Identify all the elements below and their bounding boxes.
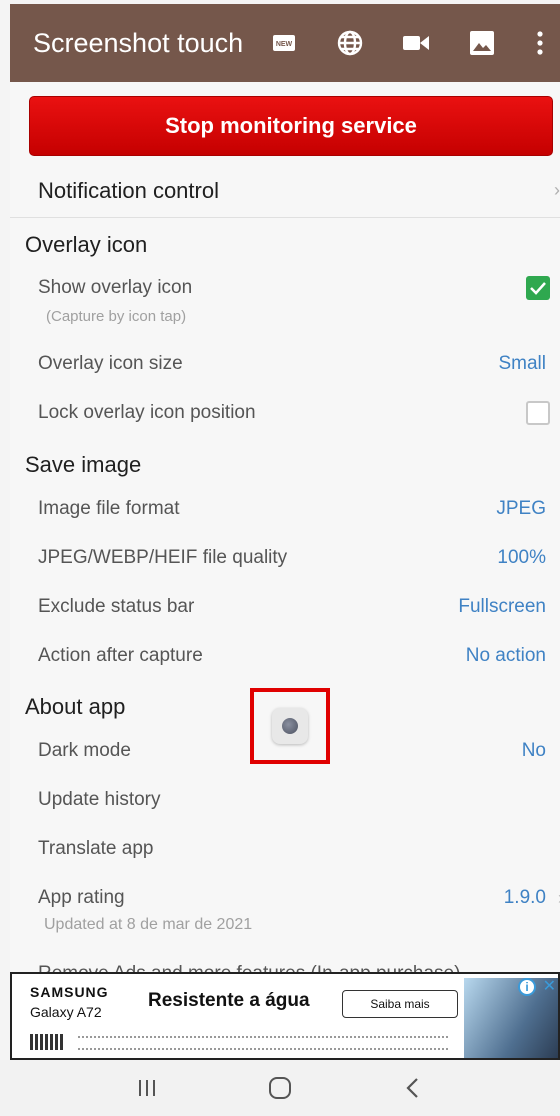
notification-control-label: Notification control [38, 177, 219, 203]
chevron-right-icon: › [554, 180, 560, 200]
translate-app-item[interactable]: Translate app [38, 833, 560, 865]
file-quality-item[interactable]: JPEG/WEBP/HEIF file quality 100% [38, 542, 560, 574]
action-after-capture-label: Action after capture [38, 645, 203, 666]
ad-brand: SAMSUNG [30, 984, 109, 1000]
svg-text:NEW: NEW [276, 41, 293, 48]
section-overlay-icon: Overlay icon [25, 232, 148, 257]
stop-monitoring-button[interactable]: Stop monitoring service [29, 96, 553, 156]
app-rating-item[interactable]: App rating 1.9.0 › [38, 882, 560, 914]
show-overlay-icon-label: Show overlay icon [38, 277, 193, 298]
lock-overlay-position-label: Lock overlay icon position [38, 402, 256, 423]
show-overlay-icon-checkbox[interactable] [526, 276, 550, 300]
show-overlay-icon-sub: (Capture by icon tap) [46, 308, 187, 325]
exclude-status-bar-value: Fullscreen [458, 596, 546, 617]
ad-fine-print [78, 1036, 448, 1050]
dark-mode-value: No [521, 740, 546, 761]
action-after-capture-value: No action [465, 645, 546, 666]
exclude-status-bar-item[interactable]: Exclude status bar Fullscreen [38, 591, 560, 623]
image-format-value: JPEG [496, 498, 546, 519]
ad-close-icon[interactable]: ✕ [543, 976, 556, 996]
image-format-label: Image file format [38, 498, 180, 519]
overlay-icon-size-label: Overlay icon size [38, 353, 183, 374]
app-title: Screenshot touch [33, 27, 244, 58]
overlay-icon-size-item[interactable]: Overlay icon size Small [38, 348, 560, 380]
lock-overlay-position-item[interactable]: Lock overlay icon position [38, 397, 560, 429]
notification-control-item[interactable]: Notification control › [10, 164, 560, 218]
more-vert-icon[interactable] [526, 21, 554, 65]
back-icon[interactable] [393, 1068, 433, 1108]
section-save-image: Save image [25, 452, 142, 477]
show-overlay-icon-item[interactable]: Show overlay icon [38, 272, 560, 304]
capture-overlay-icon[interactable] [272, 708, 308, 744]
ad-banner[interactable]: SAMSUNG Galaxy A72 Resistente a água Sai… [10, 972, 560, 1060]
lock-overlay-position-checkbox[interactable] [526, 401, 550, 425]
file-quality-value: 100% [497, 547, 546, 568]
home-icon[interactable] [260, 1068, 300, 1108]
system-nav-bar [0, 1060, 560, 1116]
image-format-item[interactable]: Image file format JPEG [38, 493, 560, 525]
file-quality-label: JPEG/WEBP/HEIF file quality [38, 547, 288, 568]
ad-cta-button[interactable]: Saiba mais [342, 990, 458, 1018]
video-icon[interactable] [394, 21, 438, 65]
settings-list: Stop monitoring service Notification con… [10, 82, 560, 972]
app-rating-value: 1.9.0 [503, 887, 546, 908]
app-rating-label: App rating [38, 887, 125, 908]
app-rating-sub: Updated at 8 de mar de 2021 [44, 916, 253, 933]
exclude-status-bar-label: Exclude status bar [38, 596, 195, 617]
overlay-icon-size-value: Small [498, 353, 546, 374]
app-toolbar: Screenshot touch NEW [10, 4, 560, 82]
capture-dot-icon [282, 718, 298, 734]
recents-icon[interactable] [127, 1068, 167, 1108]
update-history-item[interactable]: Update history [38, 784, 560, 816]
overlay-highlight-box [250, 688, 330, 764]
remove-ads-label: Remove Ads and more features (In-app pur… [38, 963, 560, 972]
globe-icon[interactable] [328, 21, 372, 65]
update-history-label: Update history [38, 789, 161, 810]
ad-logo-icon [30, 1034, 64, 1050]
translate-app-label: Translate app [38, 838, 154, 859]
new-icon[interactable]: NEW [262, 21, 306, 65]
remove-ads-item[interactable]: Remove Ads and more features (In-app pur… [38, 958, 560, 972]
section-about-app: About app [25, 694, 126, 719]
ad-model: Galaxy A72 [30, 1004, 102, 1020]
ad-headline: Resistente a água [148, 990, 310, 1011]
action-after-capture-item[interactable]: Action after capture No action [38, 640, 560, 672]
image-icon[interactable] [460, 21, 504, 65]
ad-info-icon[interactable]: i [518, 978, 536, 996]
